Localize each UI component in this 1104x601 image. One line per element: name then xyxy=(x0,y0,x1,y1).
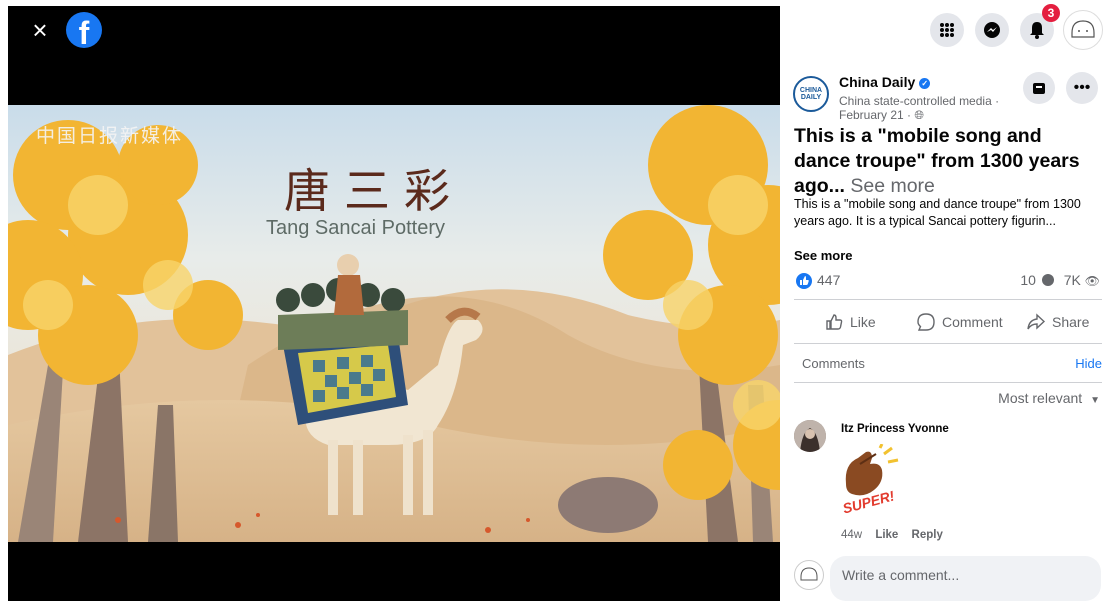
current-user-avatar[interactable] xyxy=(794,560,824,590)
share-icon xyxy=(1027,313,1046,330)
comment-button[interactable]: Comment xyxy=(916,305,1003,339)
comment-reply-button[interactable]: Reply xyxy=(912,529,943,541)
comment-sort-dropdown[interactable]: Most relevant ▼ xyxy=(998,390,1100,406)
comment-input[interactable]: Write a comment... xyxy=(830,556,1101,601)
commenter-avatar[interactable] xyxy=(794,420,826,452)
post-headline: This is a "mobile song and dance troupe"… xyxy=(794,124,1100,199)
see-more-link[interactable]: See more xyxy=(794,248,853,263)
grid-menu-icon[interactable] xyxy=(930,13,964,47)
verified-badge-icon: ✓ xyxy=(919,78,931,89)
comment-button-label: Comment xyxy=(942,314,1003,330)
comments-label: Comments xyxy=(802,356,865,371)
comment-sort-label: Most relevant xyxy=(998,390,1083,406)
close-icon[interactable]: × xyxy=(28,17,52,43)
post-date-text: February 21 · xyxy=(839,108,912,122)
comment-item: Itz Princess Yvonne SUPER! 44w Like Repl… xyxy=(794,416,1094,546)
post-side-panel: 3 CHINA DAILY China Daily ✓ China state-c… xyxy=(780,0,1104,601)
post-body: This is a "mobile song and dance troupe"… xyxy=(794,197,1081,228)
like-button[interactable]: Like xyxy=(824,305,876,339)
page-subtitle: China state-controlled media · xyxy=(839,94,1000,108)
divider xyxy=(794,382,1102,383)
comment-bubble-icon xyxy=(1041,274,1054,286)
stats-right: 10 7K 👁︎ xyxy=(1020,272,1100,288)
eye-icon: 👁︎ xyxy=(1084,274,1100,288)
video-player[interactable]: 中国日报新媒体 唐三彩 Tang Sancai Pottery xyxy=(8,105,780,542)
facebook-logo-letter: f xyxy=(78,15,90,51)
super-sticker: SUPER! xyxy=(836,443,906,520)
messenger-icon[interactable] xyxy=(975,13,1009,47)
comments-bar: Comments Hide xyxy=(794,354,1102,374)
video-title-english: Tang Sancai Pottery xyxy=(266,217,445,239)
headline-see-more-link[interactable]: See more xyxy=(850,175,935,197)
headline-text: This is a "mobile song and dance troupe"… xyxy=(794,125,1080,197)
notification-badge: 3 xyxy=(1042,4,1060,22)
more-options-icon[interactable]: ••• xyxy=(1066,72,1098,104)
hide-comments-link[interactable]: Hide xyxy=(1075,356,1102,371)
divider xyxy=(794,343,1102,344)
share-button[interactable]: Share xyxy=(1026,305,1089,339)
like-button-label: Like xyxy=(850,314,876,330)
page-avatar-text: CHINA DAILY xyxy=(799,87,823,101)
share-button-label: Share xyxy=(1052,314,1090,330)
comment-input-placeholder: Write a comment... xyxy=(842,567,960,583)
save-icon[interactable] xyxy=(1023,72,1055,104)
post-actions: Like Comment Share xyxy=(794,305,1102,339)
commenter-name[interactable]: Itz Princess Yvonne xyxy=(841,423,949,435)
bell-icon[interactable]: 3 xyxy=(1020,4,1060,47)
caret-down-icon: ▼ xyxy=(1090,395,1100,406)
comment-time[interactable]: 44w xyxy=(841,529,862,541)
post-header: CHINA DAILY China Daily ✓ China state-con… xyxy=(793,72,1098,122)
comment-count[interactable]: 10 xyxy=(1020,272,1036,288)
comment-like-button[interactable]: Like xyxy=(875,529,898,541)
comment-icon xyxy=(917,313,935,331)
page-avatar[interactable]: CHINA DAILY xyxy=(793,76,829,112)
post-date[interactable]: February 21 · 🌐︎ xyxy=(839,108,924,123)
view-count: 7K xyxy=(1063,272,1081,288)
like-reaction-icon[interactable] xyxy=(796,273,812,289)
divider xyxy=(794,299,1102,300)
like-count[interactable]: 447 xyxy=(817,272,840,288)
post-stats: 447 10 7K 👁︎ xyxy=(794,271,1102,291)
facebook-logo[interactable]: f xyxy=(66,12,102,51)
top-bar: 3 xyxy=(780,0,1104,60)
thumbs-up-icon xyxy=(826,314,843,330)
globe-icon: 🌐︎ xyxy=(914,108,924,122)
video-watermark: 中国日报新媒体 xyxy=(36,125,184,147)
write-comment-row: Write a comment... xyxy=(794,556,1102,601)
photo-viewer: × f 中国日报新媒体 唐三彩 Tang Sancai Pottery xyxy=(8,6,780,601)
comment-meta: 44w Like Reply xyxy=(841,529,943,541)
page-name-link[interactable]: China Daily ✓ xyxy=(839,74,931,90)
profile-avatar[interactable] xyxy=(1063,10,1103,50)
video-title-chinese: 唐三彩 xyxy=(284,164,464,218)
page-name-text: China Daily xyxy=(839,74,916,90)
